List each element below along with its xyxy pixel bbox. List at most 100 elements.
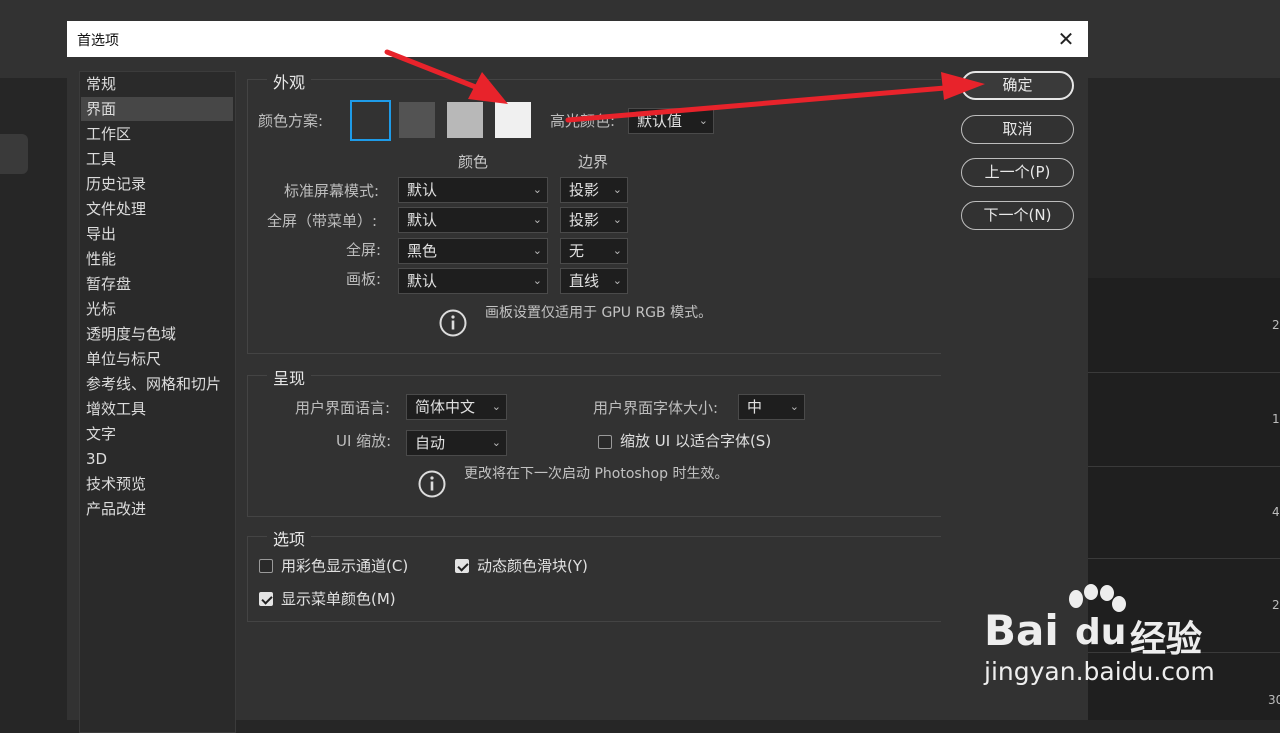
select-value: 直线 — [569, 272, 600, 290]
menu-colors-checkbox[interactable] — [259, 592, 273, 606]
color-scheme-swatch-dark[interactable] — [350, 100, 391, 141]
select-value: 中 — [747, 398, 763, 416]
select-value: 投影 — [569, 211, 600, 229]
scale-ui-checkbox[interactable] — [598, 435, 612, 449]
sidebar-item-file-handling[interactable]: 文件处理 — [81, 197, 233, 221]
app-panel-divider — [1088, 372, 1280, 373]
ui-scale-label: UI 缩放: — [336, 432, 392, 450]
select-value: 自动 — [415, 434, 446, 452]
dialog-title: 首选项 — [77, 33, 119, 49]
color-scheme-swatch-light[interactable] — [495, 102, 531, 138]
preferences-dialog: 首选项 ✕ 常规 界面 工作区 工具 历史记录 文件处理 导出 性能 暂存盘 光… — [67, 21, 1088, 733]
highlight-color-value: 默认值 — [637, 112, 683, 130]
highlight-color-label: 高光颜色: — [550, 112, 616, 130]
jingyan-text: 经验 — [1130, 610, 1202, 662]
standard-screen-color-select[interactable]: 默认 ⌄ — [398, 177, 548, 203]
watermark-url: jingyan.baidu.com — [984, 657, 1215, 686]
sidebar-item-transparency[interactable]: 透明度与色域 — [81, 322, 233, 346]
sidebar-item-workspace[interactable]: 工作区 — [81, 122, 233, 146]
chevron-down-icon: ⌄ — [612, 244, 622, 257]
app-panel-value: 1 — [1272, 412, 1280, 426]
app-panel-value: 2 — [1272, 598, 1280, 612]
sidebar-item-tech-preview[interactable]: 技术预览 — [81, 472, 233, 496]
select-value: 无 — [569, 242, 585, 260]
select-value: 默认 — [407, 181, 438, 199]
info-icon — [439, 309, 467, 337]
watermark-du: du — [1075, 612, 1127, 653]
chevron-down-icon: ⌄ — [612, 183, 622, 196]
artboard-note: 画板设置仅适用于 GPU RGB 模式。 — [485, 305, 713, 321]
dynamic-sliders-label[interactable]: 动态颜色滑块(Y) — [477, 555, 588, 576]
dynamic-sliders-checkbox[interactable] — [455, 559, 469, 573]
watermark-cn: 经验 — [1130, 619, 1203, 660]
chevron-down-icon: ⌄ — [532, 274, 542, 287]
close-icon[interactable]: ✕ — [1052, 26, 1080, 52]
color-scheme-swatch-medium-light[interactable] — [447, 102, 483, 138]
sidebar-item-plugins[interactable]: 增效工具 — [81, 397, 233, 421]
sidebar-item-product-improvement[interactable]: 产品改进 — [81, 497, 233, 521]
app-panel-divider — [1088, 466, 1280, 467]
baidu-du-text: du — [1075, 612, 1126, 653]
sidebar-item-units[interactable]: 单位与标尺 — [81, 347, 233, 371]
baidu-logo-text: Bai — [984, 606, 1059, 655]
ui-language-select[interactable]: 简体中文 ⌄ — [406, 394, 507, 420]
chevron-down-icon: ⌄ — [491, 436, 501, 449]
select-value: 默认 — [407, 211, 438, 229]
ui-scale-select[interactable]: 自动 ⌄ — [406, 430, 507, 456]
chevron-down-icon: ⌄ — [532, 183, 542, 196]
standard-screen-border-select[interactable]: 投影 ⌄ — [560, 177, 628, 203]
menu-colors-label[interactable]: 显示菜单颜色(M) — [281, 588, 396, 609]
color-scheme-swatch-medium-dark[interactable] — [399, 102, 435, 138]
highlight-color-select[interactable]: 默认值 ⌄ — [628, 108, 714, 134]
app-panel-value: 2 — [1272, 318, 1280, 332]
previous-button[interactable]: 上一个(P) — [961, 158, 1074, 187]
sidebar-item-interface[interactable]: 界面 — [81, 97, 233, 121]
fullscreen-color-select[interactable]: 黑色 ⌄ — [398, 238, 548, 264]
sidebar-item-history[interactable]: 历史记录 — [81, 172, 233, 196]
artboard-border-select[interactable]: 直线 ⌄ — [560, 268, 628, 294]
chevron-down-icon: ⌄ — [491, 400, 501, 413]
fullscreen-menu-border-select[interactable]: 投影 ⌄ — [560, 207, 628, 233]
sidebar-item-general[interactable]: 常规 — [81, 72, 233, 96]
ui-font-size-select[interactable]: 中 ⌄ — [738, 394, 805, 420]
standard-screen-label: 标准屏幕模式: — [284, 182, 380, 200]
restart-note: 更改将在下一次启动 Photoshop 时生效。 — [464, 466, 729, 482]
sidebar-item-scratch-disks[interactable]: 暂存盘 — [81, 272, 233, 296]
next-button[interactable]: 下一个(N) — [961, 201, 1074, 230]
fullscreen-label: 全屏: — [346, 241, 382, 259]
watermark-brand: Bai — [984, 606, 1059, 655]
sidebar-item-export[interactable]: 导出 — [81, 222, 233, 246]
sidebar-item-type[interactable]: 文字 — [81, 422, 233, 446]
artboard-label: 画板: — [346, 270, 382, 288]
select-value: 黑色 — [407, 242, 438, 260]
ui-font-size-label: 用户界面字体大小: — [593, 399, 719, 417]
color-scheme-label: 颜色方案: — [258, 112, 324, 130]
ok-button[interactable]: 确定 — [961, 71, 1074, 100]
chevron-down-icon: ⌄ — [789, 400, 799, 413]
options-group — [247, 536, 941, 622]
app-left-panel-tab[interactable] — [0, 134, 28, 174]
color-channels-label[interactable]: 用彩色显示通道(C) — [281, 555, 408, 576]
artboard-color-select[interactable]: 默认 ⌄ — [398, 268, 548, 294]
color-column-header: 颜色 — [458, 153, 489, 171]
fullscreen-menu-color-select[interactable]: 默认 ⌄ — [398, 207, 548, 233]
ui-language-label: 用户界面语言: — [295, 399, 391, 417]
sidebar-item-3d[interactable]: 3D — [81, 447, 233, 471]
presentation-title: 呈现 — [267, 365, 312, 389]
cancel-button[interactable]: 取消 — [961, 115, 1074, 144]
sidebar-item-performance[interactable]: 性能 — [81, 247, 233, 271]
preferences-sidebar: 常规 界面 工作区 工具 历史记录 文件处理 导出 性能 暂存盘 光标 透明度与… — [79, 71, 236, 733]
fullscreen-border-select[interactable]: 无 ⌄ — [560, 238, 628, 264]
sidebar-item-guides[interactable]: 参考线、网格和切片 — [81, 372, 233, 396]
select-value: 默认 — [407, 272, 438, 290]
color-channels-checkbox[interactable] — [259, 559, 273, 573]
chevron-down-icon: ⌄ — [532, 244, 542, 257]
scale-ui-checkbox-label[interactable]: 缩放 UI 以适合字体(S) — [620, 430, 771, 451]
fullscreen-menu-label: 全屏（带菜单）: — [267, 212, 378, 230]
border-column-header: 边界 — [578, 153, 609, 171]
sidebar-item-cursors[interactable]: 光标 — [81, 297, 233, 321]
chevron-down-icon: ⌄ — [532, 213, 542, 226]
app-panel-divider — [1088, 558, 1280, 559]
sidebar-item-tools[interactable]: 工具 — [81, 147, 233, 171]
app-panel-value: 30 — [1268, 693, 1280, 707]
